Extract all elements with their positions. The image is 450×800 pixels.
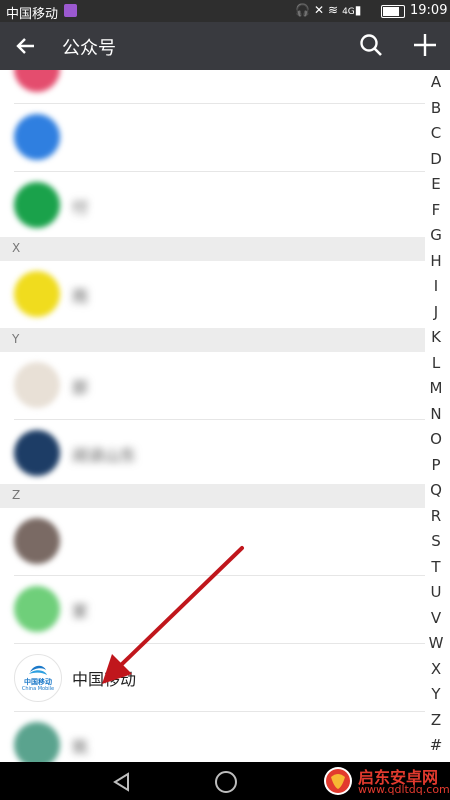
index-letter[interactable]: L [422,354,450,372]
china-mobile-logo: 中国移动 China Mobile [14,654,62,702]
section-letter: X [12,241,21,255]
index-letter[interactable]: C [422,124,450,142]
list-item[interactable]: 雨 [0,261,425,329]
nav-home-icon[interactable] [215,771,237,793]
account-avatar [14,586,60,632]
section-header: Z [0,484,425,508]
index-letter[interactable]: E [422,175,450,193]
app-bar: 公众号 [0,22,450,70]
list-item[interactable] [0,104,425,172]
account-avatar [14,271,60,317]
status-icons: 🎧✕≋4G▮ [295,3,365,17]
carrier-label: 中国移动 [6,7,59,22]
index-letter[interactable]: # [422,736,450,754]
index-letter[interactable]: G [422,226,450,244]
list-item[interactable]: 家 [0,576,425,644]
list-item[interactable] [0,508,425,576]
section-letter: Z [12,488,21,502]
network-label: 4G [342,7,355,17]
index-letter[interactable]: S [422,532,450,550]
account-name: 阅读山东 [72,446,137,465]
index-letter[interactable]: O [422,430,450,448]
official-accounts-list[interactable]: 付 X 雨 Y 部 阅读山东 Z 家 中国移动 China Mobile 中国移… [0,70,450,762]
account-avatar [14,518,60,564]
index-letter[interactable]: N [422,405,450,423]
index-letter[interactable]: M [422,379,450,397]
alphabet-index-bar[interactable]: A B C D E F G H I J K L M N O P Q R S T U V W X Y Z # [422,70,450,762]
page-title: 公众号 [62,38,116,59]
account-avatar [14,182,60,228]
account-name: 部 [72,378,89,397]
wifi-icon: ≋ [328,3,343,17]
index-letter[interactable]: K [422,328,450,346]
account-avatar [14,722,60,762]
logo-subtext: China Mobile [21,686,55,692]
section-header: Y [0,328,425,352]
index-letter[interactable]: I [422,277,450,295]
account-avatar [14,70,60,92]
index-letter[interactable]: W [422,634,450,652]
signal-icon: ▮ [354,3,366,17]
index-letter[interactable]: A [422,73,450,91]
index-letter[interactable]: J [422,303,450,321]
index-letter[interactable]: R [422,507,450,525]
list-item[interactable]: 部 [0,352,425,420]
account-name: 付 [72,198,89,217]
account-avatar [14,430,60,476]
status-bar: 中国移动 🎧✕≋4G▮ 19:09 [0,0,450,22]
index-letter[interactable]: Y [422,685,450,703]
list-item[interactable] [0,70,425,104]
account-avatar [14,114,60,160]
list-item[interactable]: 阅读山东 [0,420,425,488]
account-name: 中国移动 [72,670,137,689]
list-item[interactable]: 筑 [0,712,425,762]
list-item-china-mobile[interactable]: 中国移动 China Mobile 中国移动 [0,644,425,712]
account-name: 雨 [72,287,89,306]
account-name: 家 [72,602,89,621]
list-item[interactable]: 付 [0,172,425,240]
back-button[interactable] [12,30,40,62]
search-button[interactable] [358,32,386,60]
headphones-icon: 🎧 [295,3,314,17]
index-letter[interactable]: V [422,609,450,627]
index-letter[interactable]: D [422,150,450,168]
account-avatar [14,362,60,408]
index-letter[interactable]: P [422,456,450,474]
app-notification-icon [64,4,77,17]
section-letter: Y [12,332,20,346]
section-header: X [0,237,425,261]
arrow-left-icon [16,38,34,54]
mute-icon: ✕ [313,3,329,17]
index-letter[interactable]: H [422,252,450,270]
battery-fill [383,7,399,16]
index-letter[interactable]: F [422,201,450,219]
index-letter[interactable]: T [422,558,450,576]
battery-icon [381,5,405,18]
add-button[interactable] [410,28,440,62]
nav-back-icon[interactable] [112,772,132,792]
watermark: 启东安卓网 www.qdltdq.com [318,762,450,800]
index-letter[interactable]: X [422,660,450,678]
account-name: 筑 [72,738,89,757]
watermark-url: www.qdltdq.com [358,783,450,796]
index-letter[interactable]: U [422,583,450,601]
index-letter[interactable]: Z [422,711,450,729]
search-icon [360,34,382,56]
watermark-logo-icon [324,767,352,795]
clock: 19:09 [410,3,448,18]
plus-icon [414,34,436,56]
index-letter[interactable]: B [422,99,450,117]
index-letter[interactable]: Q [422,481,450,499]
